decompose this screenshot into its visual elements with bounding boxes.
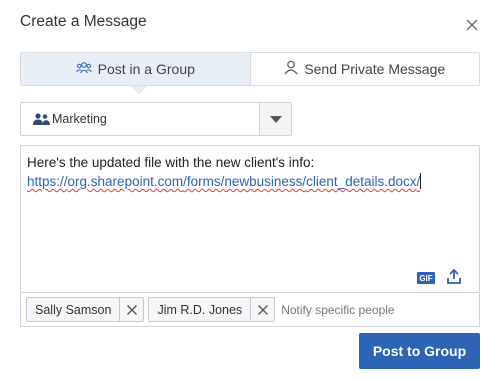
people-icon bbox=[33, 113, 50, 125]
dropdown-button[interactable] bbox=[259, 103, 291, 135]
text-cursor bbox=[420, 173, 422, 189]
tab-label: Send Private Message bbox=[304, 61, 446, 77]
notify-people-input[interactable] bbox=[281, 302, 432, 317]
recipient-chip: Sally Samson bbox=[26, 297, 145, 322]
message-type-tabs: Post in a Group Send Private Message bbox=[20, 52, 480, 86]
upload-icon[interactable] bbox=[445, 268, 463, 286]
recipient-chip: Jim R.D. Jones bbox=[148, 297, 276, 322]
person-icon bbox=[284, 60, 298, 78]
link-part[interactable]: newbusiness bbox=[224, 174, 302, 189]
recipient-name: Jim R.D. Jones bbox=[157, 302, 243, 317]
message-text[interactable]: Here's the updated file with the new cli… bbox=[27, 153, 422, 191]
link-part[interactable]: client_details.docx bbox=[306, 174, 416, 189]
remove-recipient-button[interactable] bbox=[119, 298, 143, 321]
group-select[interactable]: Marketing bbox=[20, 102, 292, 136]
gif-button[interactable]: GIF bbox=[417, 272, 435, 284]
post-to-group-button[interactable]: Post to Group bbox=[359, 333, 480, 369]
link-part[interactable]: org.sharepoint.com bbox=[68, 174, 184, 189]
message-editor[interactable]: Here's the updated file with the new cli… bbox=[20, 145, 480, 293]
link-part[interactable]: /forms/ bbox=[183, 174, 224, 189]
group-select-value: Marketing bbox=[52, 112, 107, 126]
link-part[interactable]: https:// bbox=[27, 174, 68, 189]
chevron-down-icon bbox=[269, 115, 282, 123]
tab-pointer bbox=[132, 86, 146, 93]
close-icon[interactable] bbox=[462, 15, 482, 35]
create-message-dialog: Create a Message Post in a Group Send Pr… bbox=[0, 0, 500, 381]
recipient-name: Sally Samson bbox=[35, 302, 112, 317]
dialog-title: Create a Message bbox=[20, 13, 147, 30]
tab-send-private-message[interactable]: Send Private Message bbox=[249, 53, 480, 85]
close-icon bbox=[126, 304, 137, 315]
close-icon bbox=[257, 304, 268, 315]
group-icon bbox=[75, 61, 92, 78]
tab-post-in-group[interactable]: Post in a Group bbox=[21, 53, 250, 85]
tab-label: Post in a Group bbox=[97, 61, 195, 77]
message-link-line: https://org.sharepoint.com/forms/newbusi… bbox=[27, 172, 422, 191]
recipients-field: Sally Samson Jim R.D. Jones bbox=[20, 293, 480, 327]
remove-recipient-button[interactable] bbox=[250, 298, 274, 321]
message-line-1: Here's the updated file with the new cli… bbox=[27, 155, 315, 170]
